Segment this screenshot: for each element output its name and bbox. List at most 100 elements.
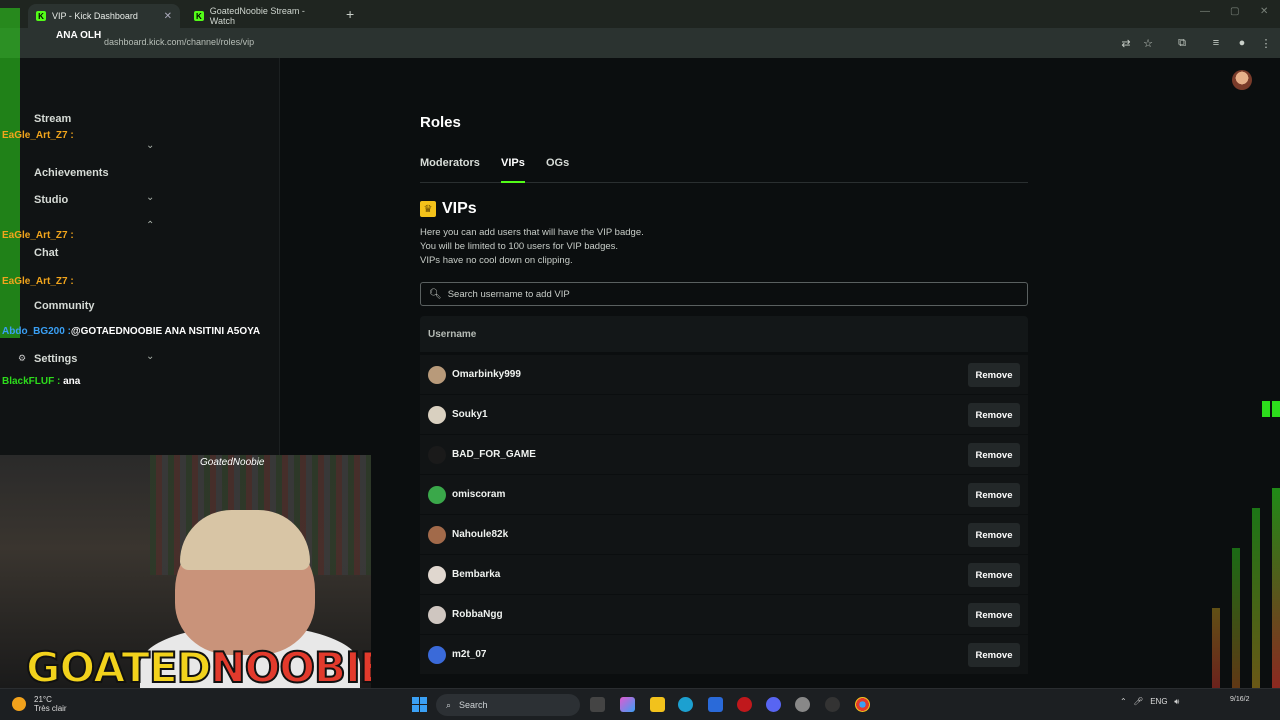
vip-search-input[interactable]: 🔍︎ Search username to add VIP <box>420 282 1028 306</box>
language-indicator: ENG <box>1150 697 1168 706</box>
vip-section-header: ♛ VIPs <box>420 200 477 218</box>
table-row: RobbaNgg Remove <box>420 594 1028 634</box>
chevron-down-icon[interactable]: ⌄ <box>146 140 154 151</box>
file-explorer-icon[interactable] <box>650 697 665 712</box>
tab-moderators[interactable]: Moderators <box>420 157 480 169</box>
tab-title: VIP - Kick Dashboard <box>52 11 138 21</box>
browser-tab-bar: K VIP - Kick Dashboard ✕ K GoatedNoobie … <box>0 0 1280 28</box>
weather-widget[interactable]: 21°C Très clair <box>12 695 67 713</box>
username: Omarbinky999 <box>452 369 521 380</box>
temperature: 21°C <box>34 695 52 704</box>
chrome-icon[interactable] <box>855 697 870 712</box>
username: Souky1 <box>452 409 488 420</box>
username: BAD_FOR_GAME <box>452 449 536 460</box>
search-label: Search <box>459 700 488 710</box>
app-icon[interactable] <box>795 697 810 712</box>
overlay-decoration <box>0 8 20 338</box>
chevron-down-icon[interactable]: ⌄ <box>146 351 154 362</box>
cam-name-tag: GoatedNoobie <box>200 457 265 468</box>
chevron-up-icon[interactable]: ⌃ <box>146 220 154 231</box>
username: Bembarka <box>452 569 501 580</box>
tab-vip-dashboard[interactable]: K VIP - Kick Dashboard ✕ <box>28 4 180 28</box>
taskbar-search[interactable]: ⌕ Search <box>436 694 580 716</box>
date: 9/16/2 <box>1230 696 1250 703</box>
overlay-decoration <box>1232 548 1240 688</box>
avatar <box>428 646 446 664</box>
overlay-decoration <box>1272 401 1280 417</box>
tab-vips[interactable]: VIPs <box>501 157 525 183</box>
remove-button[interactable]: Remove <box>968 363 1020 387</box>
remove-button[interactable]: Remove <box>968 523 1020 547</box>
remove-button[interactable]: Remove <box>968 563 1020 587</box>
chat-message: EaGle_Art_Z7 : <box>2 130 74 141</box>
overlay-decoration <box>1262 401 1270 417</box>
translate-icon[interactable]: ⇄ <box>1118 35 1134 51</box>
edge-icon[interactable] <box>678 697 693 712</box>
start-button[interactable] <box>412 697 427 712</box>
avatar[interactable] <box>1232 70 1252 90</box>
page-title: Roles <box>420 114 461 131</box>
sidebar-item-studio[interactable]: Studio <box>34 194 68 206</box>
sidebar-item-settings[interactable]: Settings <box>34 353 77 365</box>
gear-icon: ⚙ <box>18 353 27 363</box>
search-placeholder: Search username to add VIP <box>447 288 570 300</box>
kick-icon: K <box>194 11 204 21</box>
remove-button[interactable]: Remove <box>968 643 1020 667</box>
table-row: omiscoram Remove <box>420 474 1028 514</box>
username: RobbaNgg <box>452 609 503 620</box>
profile-avatar-icon[interactable]: ● <box>1234 35 1250 51</box>
remove-button[interactable]: Remove <box>968 443 1020 467</box>
webcam-overlay: GoatedNoobie GOATEDNOOBIE <box>0 455 371 688</box>
bookmark-star-icon[interactable]: ☆ <box>1140 35 1156 51</box>
table-row: Omarbinky999 Remove <box>420 354 1028 394</box>
avatar <box>428 406 446 424</box>
remove-button[interactable]: Remove <box>968 603 1020 627</box>
remove-button[interactable]: Remove <box>968 483 1020 507</box>
app-icon[interactable] <box>737 697 752 712</box>
table-row: Nahoule82k Remove <box>420 514 1028 554</box>
address-bar: dashboard.kick.com/channel/roles/vip ⇄ ☆… <box>0 28 1280 58</box>
table-row: Souky1 Remove <box>420 394 1028 434</box>
url-field[interactable]: dashboard.kick.com/channel/roles/vip <box>104 37 254 47</box>
chat-message: Abdo_BG200 :@GOTAEDNOOBIE ANA NSITINI A5… <box>2 326 261 337</box>
store-icon[interactable] <box>708 697 723 712</box>
search-icon: 🔍︎ <box>429 288 442 300</box>
sun-icon <box>12 697 26 711</box>
discord-icon[interactable] <box>766 697 781 712</box>
menu-kebab-icon[interactable]: ⋮ <box>1258 35 1274 51</box>
close-window-icon[interactable]: ✕ <box>1260 6 1268 17</box>
close-icon[interactable]: ✕ <box>164 11 172 22</box>
kick-icon: K <box>36 11 46 21</box>
sidebar-item-stream[interactable]: Stream <box>34 113 71 125</box>
weather-text: Très clair <box>34 704 67 713</box>
maximize-icon[interactable]: ▢ <box>1230 6 1239 17</box>
tab-ogs[interactable]: OGs <box>546 157 569 169</box>
extensions-icon[interactable]: ⧉ <box>1174 35 1190 51</box>
username: omiscoram <box>452 489 506 500</box>
obs-icon[interactable] <box>825 697 840 712</box>
sidebar-item-chat[interactable]: Chat <box>34 247 58 259</box>
avatar <box>428 526 446 544</box>
clock[interactable]: 9/16/2 <box>1230 695 1249 704</box>
section-title: VIPs <box>442 200 477 217</box>
tab-stream-watch[interactable]: K GoatedNoobie Stream - Watch <box>186 4 338 28</box>
overlay-decoration <box>1212 608 1220 688</box>
chevron-down-icon[interactable]: ⌄ <box>146 192 154 203</box>
new-tab-button[interactable]: + <box>346 6 354 22</box>
crown-icon: ♛ <box>420 201 436 217</box>
remove-button[interactable]: Remove <box>968 403 1020 427</box>
copilot-icon[interactable] <box>620 697 635 712</box>
overlay-decoration <box>1272 488 1280 688</box>
table-header: Username <box>420 316 1028 352</box>
brand-logo: GOATEDNOOBIE <box>25 642 371 688</box>
tab-title: GoatedNoobie Stream - Watch <box>209 6 305 26</box>
sidebar-item-achievements[interactable]: Achievements <box>34 167 109 179</box>
minimize-icon[interactable]: — <box>1200 6 1210 17</box>
avatar <box>428 606 446 624</box>
task-view-icon[interactable] <box>590 697 605 712</box>
media-icon[interactable]: ≡ <box>1208 35 1224 51</box>
system-tray[interactable]: ⌃ 🎤︎ ENG 🔊︎ <box>1120 697 1179 707</box>
avatar <box>428 566 446 584</box>
sidebar-item-community[interactable]: Community <box>34 300 95 312</box>
chat-message: EaGle_Art_Z7 : <box>2 230 74 241</box>
